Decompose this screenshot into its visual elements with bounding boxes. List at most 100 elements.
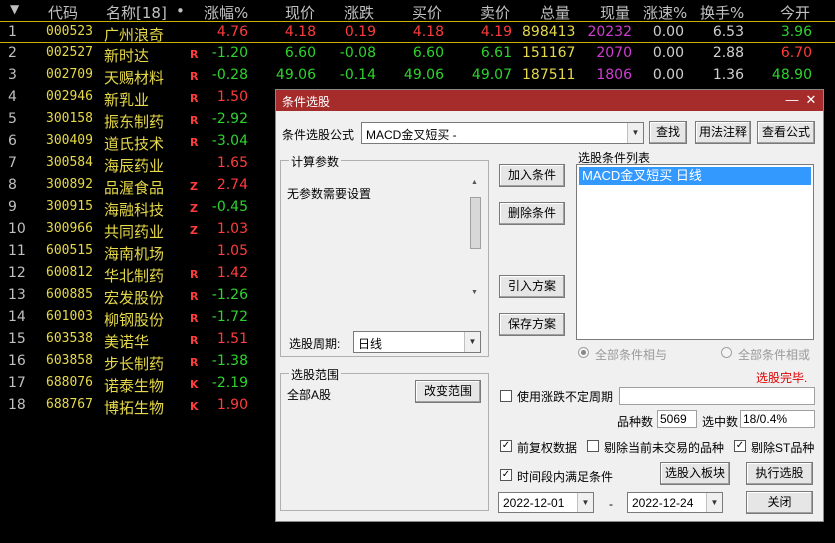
chevron-down-icon[interactable]: ▼ — [627, 123, 643, 143]
col-speed[interactable]: 涨速% — [643, 2, 687, 23]
scroll-thumb[interactable] — [470, 197, 481, 249]
table-row[interactable]: 1 000523 广州浪奇 4.76 4.18 0.19 4.18 4.19 898413 202… — [0, 21, 835, 44]
change-range-button[interactable]: 改变范围 — [415, 380, 481, 403]
stock-name: 道氏技术 — [104, 135, 165, 153]
params-scrollbar[interactable]: ▲ ▼ — [469, 179, 483, 299]
change-pct: -3.04 — [211, 133, 248, 149]
exclude-st-label: 剔除ST品种 — [751, 441, 815, 455]
current-volume: 1806 — [596, 67, 632, 83]
row-number: 8 — [8, 177, 17, 193]
row-number: 4 — [8, 89, 17, 105]
selected-value: 18/0.4% — [740, 410, 815, 428]
table-row[interactable]: 3 002709 天赐材料 R -0.28 49.06 -0.14 49.06 49.07 187… — [0, 65, 835, 87]
add-condition-button[interactable]: 加入条件 — [499, 164, 565, 187]
margin-mark: R — [190, 312, 199, 325]
change-pct: 1.65 — [216, 155, 248, 171]
margin-mark: R — [190, 268, 199, 281]
stock-code: 688767 — [46, 397, 93, 412]
margin-mark: R — [190, 334, 199, 347]
params-group: 计算参数 无参数需要设置 ▲ ▼ 选股周期: 日线 ▼ — [280, 153, 489, 357]
change-pct: -1.38 — [211, 353, 248, 369]
change-pct: -1.72 — [211, 309, 248, 325]
stock-name: 品渥食品 — [104, 179, 165, 197]
row-number: 18 — [8, 397, 26, 413]
row-number: 15 — [8, 331, 26, 347]
margin-mark: Z — [190, 180, 198, 193]
formula-select[interactable]: MACD金叉短买 - ▼ — [361, 122, 644, 144]
save-plan-button[interactable]: 保存方案 — [499, 313, 565, 336]
close-icon[interactable]: ✕ — [803, 92, 819, 108]
change-pct: 1.51 — [216, 331, 248, 347]
time-condition-checkbox[interactable]: ✓ — [500, 469, 512, 481]
stock-name: 诺泰生物 — [104, 377, 165, 395]
col-ask[interactable]: 卖价 — [480, 2, 510, 23]
col-code[interactable]: 代码 — [48, 2, 78, 23]
usage-notes-button[interactable]: 用法注释 — [695, 121, 751, 144]
row-number: 2 — [8, 45, 17, 61]
radio-and[interactable] — [578, 347, 589, 358]
col-change[interactable]: 涨跌 — [344, 2, 374, 23]
stock-code: 603858 — [46, 353, 93, 368]
irregular-period-field[interactable] — [619, 387, 815, 405]
col-volume[interactable]: 总量 — [540, 2, 570, 23]
col-open[interactable]: 今开 — [780, 2, 810, 23]
dialog-titlebar[interactable]: 条件选股 — ✕ — [276, 90, 823, 111]
chevron-down-icon[interactable]: ▼ — [464, 332, 480, 352]
col-change-pct[interactable]: 涨幅% — [204, 2, 248, 23]
col-turnover[interactable]: 换手% — [700, 2, 744, 23]
turnover: 2.88 — [712, 45, 744, 61]
col-price[interactable]: 现价 — [285, 2, 315, 23]
use-irregular-checkbox[interactable] — [500, 390, 512, 402]
run-selection-button[interactable]: 执行选股 — [746, 462, 813, 485]
view-formula-button[interactable]: 查看公式 — [757, 121, 815, 144]
delete-condition-button[interactable]: 删除条件 — [499, 202, 565, 225]
scroll-up-icon[interactable]: ▲ — [471, 179, 478, 186]
col-bid[interactable]: 买价 — [412, 2, 442, 23]
speed: 0.00 — [652, 24, 684, 40]
stock-name: 共同药业 — [104, 223, 165, 241]
margin-mark: K — [190, 400, 199, 413]
stock-name: 宏发股份 — [104, 289, 165, 307]
date-to-select[interactable]: 2022-12-24 ▼ — [627, 492, 723, 513]
stock-code: 300966 — [46, 221, 93, 236]
chevron-down-icon[interactable]: ▼ — [577, 493, 593, 512]
import-plan-button[interactable]: 引入方案 — [499, 275, 565, 298]
change: -0.08 — [339, 45, 376, 61]
stock-code: 002709 — [46, 67, 93, 82]
row-number: 16 — [8, 353, 26, 369]
date-from-select[interactable]: 2022-12-01 ▼ — [498, 492, 594, 513]
stock-name: 步长制药 — [104, 355, 165, 373]
radio-or[interactable] — [721, 347, 732, 358]
ask-price: 4.19 — [480, 24, 512, 40]
fq-checkbox[interactable]: ✓ — [500, 440, 512, 452]
condition-list-item[interactable]: MACD金叉短买 日线 — [579, 167, 811, 185]
stock-name: 振东制药 — [104, 113, 165, 131]
stock-name: 柳钢股份 — [104, 311, 165, 329]
row-number: 5 — [8, 111, 17, 127]
stock-name: 海南机场 — [104, 245, 165, 263]
col-name[interactable]: 名称[18] — [106, 2, 167, 23]
col-current-volume[interactable]: 现量 — [600, 2, 630, 23]
margin-mark: K — [190, 378, 199, 391]
change-pct: 1.50 — [216, 89, 248, 105]
row-number: 17 — [8, 375, 26, 391]
sort-down-icon[interactable]: ▼ — [10, 2, 19, 16]
close-button[interactable]: 关闭 — [746, 491, 813, 514]
stock-name: 华北制药 — [104, 267, 165, 285]
stock-name: 天赐材料 — [104, 69, 165, 87]
stock-code: 600812 — [46, 265, 93, 280]
find-button[interactable]: 查找 — [649, 121, 687, 144]
scroll-down-icon[interactable]: ▼ — [471, 289, 478, 296]
exclude-st-checkbox[interactable]: ✓ — [734, 440, 746, 452]
table-row[interactable]: 2 002527 新时达 R -1.20 6.60 -0.08 6.60 6.61 151167 2… — [0, 43, 835, 65]
minimize-icon[interactable]: — — [784, 92, 800, 108]
col-mark[interactable]: • — [176, 2, 185, 20]
margin-mark: R — [190, 356, 199, 369]
chevron-down-icon[interactable]: ▼ — [706, 493, 722, 512]
price: 6.60 — [284, 45, 316, 61]
to-block-button[interactable]: 选股入板块 — [660, 462, 730, 485]
row-number: 11 — [8, 243, 26, 259]
period-select[interactable]: 日线 ▼ — [353, 331, 481, 353]
condition-list[interactable]: MACD金叉短买 日线 — [576, 164, 814, 340]
exclude-untraded-checkbox[interactable] — [587, 440, 599, 452]
